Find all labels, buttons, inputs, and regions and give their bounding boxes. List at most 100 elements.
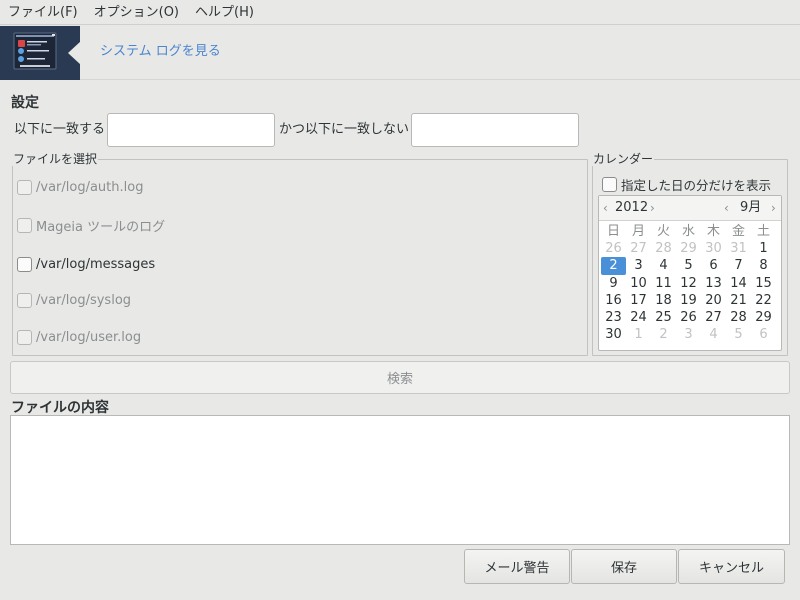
calendar-weekday: 日 [606,224,620,239]
menu-options[interactable]: オプション(O) [86,0,187,25]
calendar-week-row: 26 27 28 29 30 31 1 [601,240,779,257]
calendar-day[interactable]: 2 [651,326,676,343]
calendar-day[interactable]: 18 [651,292,676,309]
calendar-day-selected[interactable]: 2 [601,257,626,275]
calendar-day[interactable]: 23 [601,309,626,326]
file-checkbox[interactable] [17,292,32,308]
menu-file[interactable]: ファイル(F) [0,0,86,25]
prev-year-icon[interactable]: ‹ [603,196,608,220]
calendar-day[interactable]: 5 [676,257,701,274]
calendar-day[interactable]: 30 [601,326,626,343]
calendar-day[interactable]: 4 [701,326,726,343]
file-select-title: ファイルを選択 [12,152,99,166]
day-only-label: 指定した日の分だけを表示 [621,177,772,193]
calendar-day[interactable]: 16 [601,292,626,309]
cancel-button[interactable]: キャンセル [678,549,785,584]
calendar-grid: 日月火水木金土 26 27 28 29 30 31 1 2 3 4 5 6 7 8 9 10 11 12 13 14 15… [601,223,779,343]
calendar-day[interactable]: 8 [751,257,776,274]
calendar-day[interactable]: 7 [726,257,751,274]
calendar-day[interactable]: 1 [751,240,776,257]
calendar-month: 9月 [740,200,762,215]
calendar-day[interactable]: 13 [701,275,726,292]
file-label: /var/log/auth.log [36,179,144,195]
calendar-day[interactable]: 27 [701,309,726,326]
calendar-day[interactable]: 6 [751,326,776,343]
file-label: Mageia ツールのログ [36,219,166,235]
calendar-day[interactable]: 26 [676,309,701,326]
calendar-day[interactable]: 25 [651,309,676,326]
calendar-weekday: 水 [681,224,695,239]
file-contents-title: ファイルの内容 [11,400,109,416]
calendar-day[interactable]: 1 [626,326,651,343]
file-checkbox[interactable] [17,217,32,233]
file-item-user-log[interactable]: /var/log/user.log [17,327,141,347]
calendar-week-row: 16 17 18 19 20 21 22 [601,292,779,309]
calendar-day[interactable]: 11 [651,275,676,292]
save-button[interactable]: 保存 [571,549,677,584]
calendar-day[interactable]: 5 [726,326,751,343]
file-item-syslog[interactable]: /var/log/syslog [17,290,131,310]
banner-notch [68,41,81,65]
settings-title: 設定 [11,95,39,111]
match-input[interactable] [107,113,275,147]
mail-alert-button[interactable]: メール警告 [464,549,570,584]
calendar-weekday: 土 [756,224,770,239]
calendar-day[interactable]: 12 [676,275,701,292]
calendar-day[interactable]: 21 [726,292,751,309]
calendar-day[interactable]: 29 [751,309,776,326]
calendar-day[interactable]: 19 [676,292,701,309]
next-year-icon[interactable]: › [650,196,655,220]
calendar-day[interactable]: 6 [701,257,726,274]
calendar-weekday: 火 [656,224,670,239]
nomatch-input[interactable] [411,113,579,147]
file-label: /var/log/syslog [36,292,132,308]
calendar-day[interactable]: 4 [651,257,676,274]
calendar-week-row: 9 10 11 12 13 14 15 [601,275,779,292]
calendar-frame-title: カレンダー [592,152,655,166]
file-item-auth-log[interactable]: /var/log/auth.log [17,177,143,197]
file-checkbox[interactable] [17,256,32,272]
calendar-day[interactable]: 30 [701,240,726,257]
calendar-day[interactable]: 10 [626,275,651,292]
next-month-icon[interactable]: › [771,196,776,220]
calendar-weekday: 木 [706,224,720,239]
file-contents-area[interactable] [10,415,790,545]
calendar-day[interactable]: 3 [676,326,701,343]
nomatch-label: かつ以下に一致しない [279,122,410,137]
calendar-day[interactable]: 20 [701,292,726,309]
calendar-header: ‹ 2012 › ‹ 9月 › [599,196,781,221]
calendar-week-row: 2345678 [601,257,779,275]
calendar-year: 2012 [615,200,649,215]
menu-help[interactable]: ヘルプ(H) [187,0,262,25]
calendar[interactable]: ‹ 2012 › ‹ 9月 › 日月火水木金土 26 27 28 29 30 31 1 2 3 4 5… [598,195,782,351]
prev-month-icon[interactable]: ‹ [724,196,729,220]
calendar-day[interactable]: 9 [601,275,626,292]
calendar-day[interactable]: 27 [626,240,651,257]
calendar-weekday: 金 [731,224,745,239]
calendar-day[interactable]: 15 [751,275,776,292]
calendar-day[interactable]: 3 [626,257,651,274]
menu-bar: ファイル(F) オプション(O) ヘルプ(H) [0,0,800,25]
calendar-day[interactable]: 28 [651,240,676,257]
file-label: /var/log/messages [36,256,156,272]
calendar-day[interactable]: 14 [726,275,751,292]
file-checkbox[interactable] [17,329,32,345]
calendar-day[interactable]: 24 [626,309,651,326]
file-checkbox[interactable] [17,179,32,195]
day-only-checkbox[interactable] [602,176,617,192]
calendar-day[interactable]: 28 [726,309,751,326]
file-label: /var/log/user.log [36,329,142,345]
calendar-day[interactable]: 31 [726,240,751,257]
day-only-option[interactable]: 指定した日の分だけを表示 [602,174,771,194]
file-item-mageia-tools-log[interactable]: Mageia ツールのログ [17,215,165,235]
file-item-messages[interactable]: /var/log/messages [17,254,155,274]
calendar-day[interactable]: 26 [601,240,626,257]
search-button[interactable]: 検索 [10,361,790,394]
banner-title: システム ログを見る [100,44,221,59]
calendar-week-row: 30 1 2 3 4 5 6 [601,326,779,343]
banner: システム ログを見る [0,26,800,80]
calendar-day[interactable]: 29 [676,240,701,257]
calendar-week-row: 23 24 25 26 27 28 29 [601,309,779,326]
calendar-day[interactable]: 22 [751,292,776,309]
calendar-day[interactable]: 17 [626,292,651,309]
